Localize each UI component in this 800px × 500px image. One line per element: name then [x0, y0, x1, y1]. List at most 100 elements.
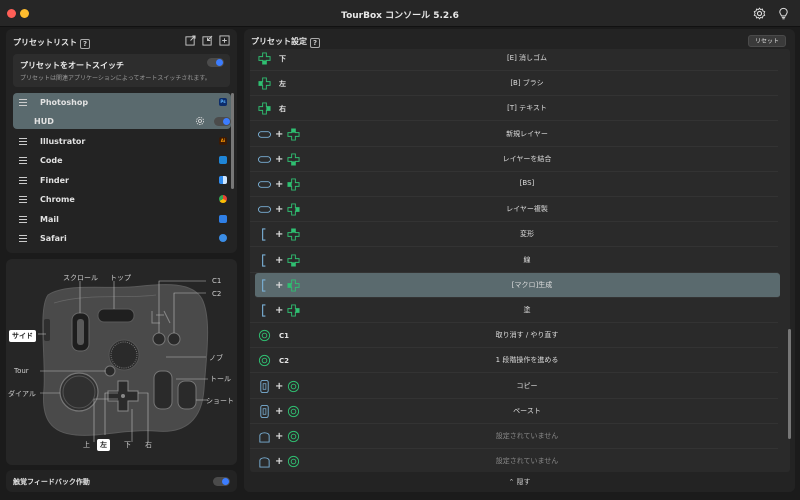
hud-settings-gear-icon[interactable] — [195, 116, 205, 126]
drag-handle-icon[interactable] — [19, 196, 27, 203]
dpad-left-icon — [287, 178, 300, 191]
add-icon[interactable] — [219, 35, 230, 46]
drag-handle-icon[interactable] — [19, 138, 27, 145]
top-icon — [258, 430, 271, 443]
top-icon — [258, 455, 271, 468]
button-c-icon — [258, 329, 271, 342]
mapping-row[interactable]: + [マクロ]生成 — [255, 272, 780, 298]
mapping-action: レイヤー複製 — [506, 205, 548, 214]
reset-button[interactable]: リセット — [748, 35, 786, 47]
mapping-keys: + — [258, 404, 300, 419]
safari-app-icon — [219, 234, 227, 242]
import-icon[interactable] — [202, 35, 213, 46]
mapping-row[interactable]: + [BS] — [250, 172, 778, 197]
mapping-row[interactable]: 左 [B] ブラシ — [250, 71, 778, 97]
side-icon — [258, 304, 271, 317]
mapping-row[interactable]: 右 [T] テキスト — [250, 96, 778, 122]
export-icon[interactable] — [185, 35, 196, 46]
drag-handle-icon[interactable] — [19, 235, 27, 242]
mapping-row[interactable]: + 塗 — [250, 298, 778, 323]
button-mapping-list: 下 [E] 消しゴム左 [B] ブラシ右 [T] テキスト + 新規レイヤー + レイヤーを結… — [250, 49, 790, 472]
mapping-keys: C1 — [258, 328, 289, 343]
mapping-action: ペースト — [513, 406, 541, 415]
drag-handle-icon[interactable] — [19, 99, 27, 106]
mapping-keys: + — [258, 202, 300, 217]
hide-button[interactable]: ⌃ 隠す — [244, 477, 795, 487]
mapping-row[interactable]: + 新規レイヤー — [250, 122, 778, 147]
mapping-keys: + — [258, 379, 300, 394]
mapping-row[interactable]: + 変形 — [250, 222, 778, 248]
preset-item-hud[interactable]: HUD — [13, 112, 235, 131]
mapping-action: レイヤーを結合 — [502, 154, 552, 163]
preset-item-illustrator[interactable]: Illustrator Ai — [13, 132, 235, 151]
preset-list-scrollbar[interactable] — [231, 93, 234, 189]
drag-handle-icon[interactable] — [19, 177, 27, 184]
plus-sign: + — [275, 153, 284, 165]
finder-app-icon — [219, 176, 227, 184]
preset-item-chrome[interactable]: Chrome — [13, 190, 235, 209]
auto-switch-toggle[interactable] — [207, 58, 224, 67]
button-c-icon — [287, 430, 300, 443]
lightbulb-icon[interactable] — [777, 7, 790, 20]
mapping-key-label: 左 — [279, 79, 286, 88]
label-tour: Tour — [14, 367, 29, 375]
preset-item-code[interactable]: Code — [13, 151, 235, 170]
preset-item-label: Code — [40, 156, 63, 165]
mapping-list-scrollbar[interactable] — [788, 329, 791, 439]
preset-item-label: Safari — [40, 234, 67, 243]
mapping-row[interactable]: + レイヤー複製 — [250, 197, 778, 223]
label-up: 上 — [83, 441, 90, 449]
mapping-action: [B] ブラシ — [510, 79, 544, 88]
button-c-icon — [258, 354, 271, 367]
plus-sign: + — [275, 254, 284, 266]
dpad-up-icon — [287, 228, 300, 241]
preset-item-photoshop[interactable]: Photoshop Ps — [13, 93, 235, 112]
preset-list-panel: プリセットリスト? プリセットをオートスイッチ プリセットは関連アプリケーション… — [6, 29, 237, 253]
mapping-row[interactable]: C2 1 段階操作を進める — [250, 348, 778, 374]
mapping-keys: 右 — [258, 101, 286, 116]
mapping-action: コピー — [516, 381, 538, 390]
drag-handle-icon[interactable] — [19, 157, 27, 164]
mapping-row[interactable]: + 線 — [250, 248, 778, 273]
mapping-row[interactable]: + コピー — [250, 374, 778, 399]
mapping-row[interactable]: + ペースト — [250, 399, 778, 424]
settings-gear-icon[interactable] — [753, 7, 766, 20]
label-top: トップ — [110, 274, 131, 282]
tall-icon — [258, 203, 271, 216]
mapping-action: 1 段階操作を進める — [495, 356, 559, 365]
mapping-row[interactable]: + 設定されていません — [250, 449, 778, 472]
auto-switch-label: プリセットをオートスイッチ — [20, 61, 124, 70]
plus-sign: + — [275, 229, 284, 241]
preset-item-safari[interactable]: Safari — [13, 229, 235, 248]
mapping-row[interactable]: 下 [E] 消しゴム — [250, 49, 778, 71]
device-diagram-panel: スクロール トップ C1 C2 サイド ノブ Tour トール ダイアル ショー… — [6, 259, 237, 465]
preset-item-finder[interactable]: Finder — [13, 171, 235, 190]
mapping-action: [T] テキスト — [507, 104, 547, 113]
plus-sign: + — [275, 128, 284, 140]
photoshop-app-icon: Ps — [219, 98, 227, 106]
dpad-down-icon — [287, 254, 300, 267]
side-icon — [258, 279, 271, 292]
auto-switch-card: プリセットをオートスイッチ プリセットは関連アプリケーションによってオートスイッ… — [13, 54, 230, 87]
mapping-key-label: C1 — [279, 331, 290, 340]
preset-settings-title-text: プリセット設定 — [251, 37, 307, 46]
preset-item-mail[interactable]: Mail — [13, 210, 235, 229]
label-c1: C1 — [212, 277, 222, 285]
plus-sign: + — [275, 456, 284, 468]
mapping-row[interactable]: + 設定されていません — [250, 424, 778, 449]
mapping-row[interactable]: C1 取り消す / やり直す — [250, 323, 778, 349]
dpad-right-icon — [287, 203, 300, 216]
auto-switch-description: プリセットは関連アプリケーションによってオートスイッチされます。 — [20, 75, 211, 82]
mapping-keys: + — [258, 454, 300, 469]
chrome-app-icon — [219, 195, 227, 203]
preset-item-label: Finder — [40, 176, 69, 185]
help-icon[interactable]: ? — [310, 38, 320, 48]
help-icon[interactable]: ? — [80, 39, 90, 49]
hud-toggle[interactable] — [214, 117, 231, 126]
tall-icon — [258, 128, 271, 141]
label-down: 下 — [124, 441, 131, 449]
drag-handle-icon[interactable] — [19, 216, 27, 223]
haptic-feedback-toggle[interactable] — [213, 477, 230, 486]
mapping-row[interactable]: + レイヤーを結合 — [250, 147, 778, 172]
label-dial: ダイアル — [8, 390, 36, 398]
